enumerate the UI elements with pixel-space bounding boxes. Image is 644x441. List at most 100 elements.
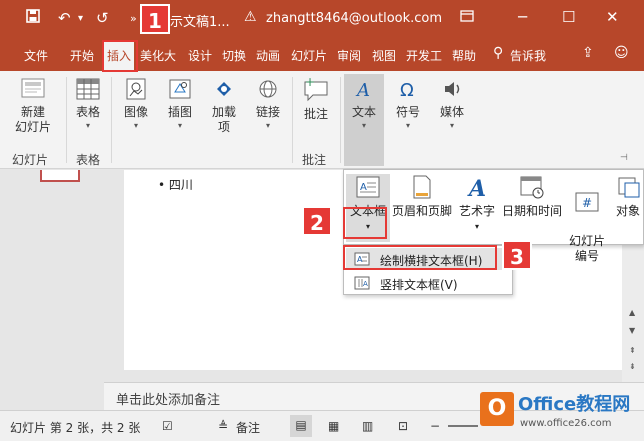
highlight-insert-tab	[102, 40, 138, 72]
textbox-icon: A	[356, 176, 380, 198]
watermark: O Office教程网 www.office26.com	[480, 388, 644, 441]
illustration-dropdown-icon: ▾	[177, 121, 182, 130]
object-icon	[618, 177, 640, 198]
ribbon-display-icon[interactable]	[460, 8, 474, 26]
wordart-button[interactable]: A 艺术字 ▾	[454, 174, 500, 234]
zoom-slider[interactable]	[448, 425, 478, 427]
tab-file[interactable]: 文件	[24, 47, 48, 64]
addin-button[interactable]: 加载 项	[206, 77, 242, 135]
next-slide-icon[interactable]: ⇟	[629, 362, 636, 371]
notes-toggle-icon[interactable]: ≜	[218, 419, 228, 433]
smiley-icon[interactable]: ☺	[614, 45, 629, 61]
slide-number-button[interactable]: # 幻灯片 编号	[566, 174, 608, 264]
comment-icon: +	[304, 77, 328, 102]
scroll-up-icon[interactable]: ▲	[629, 308, 635, 317]
addin-icon	[217, 82, 231, 96]
ribbon-tabs: 文件 开始 插入 美化大 设计 切换 动画 幻灯片 审阅 视图 开发工 帮助 ⚲…	[0, 38, 644, 71]
image-button[interactable]: 图像 ▾	[118, 77, 154, 130]
media-dropdown-icon: ▾	[449, 121, 454, 130]
comment-button[interactable]: + 批注	[296, 77, 336, 122]
object-label: 对象	[615, 204, 640, 218]
maximize-icon[interactable]: ☐	[562, 8, 575, 26]
tab-slideshow[interactable]: 幻灯片	[291, 47, 327, 64]
symbol-button[interactable]: Ω 符号 ▾	[390, 77, 426, 130]
spellcheck-icon[interactable]: ☑	[162, 419, 173, 433]
link-button[interactable]: 链接 ▾	[250, 77, 286, 130]
text-icon: A	[355, 80, 370, 101]
tab-tell-me[interactable]: 告诉我	[510, 47, 546, 64]
date-time-label: 日期和时间	[501, 204, 562, 218]
new-slide-label: 新建 幻灯片	[14, 105, 51, 134]
vertical-textbox-item[interactable]: A 竖排文本框(V)	[346, 272, 512, 294]
slideshow-icon[interactable]: ⊡	[398, 419, 408, 433]
ribbon-divider	[66, 77, 67, 163]
wordart-label: 艺术字	[458, 204, 495, 218]
illustration-button[interactable]: 插图 ▾	[162, 77, 198, 130]
media-button[interactable]: 媒体 ▾	[434, 77, 470, 130]
addin-label: 加载 项	[211, 105, 236, 134]
tab-view[interactable]: 视图	[372, 47, 396, 64]
svg-text:#: #	[582, 196, 592, 210]
table-button[interactable]: 表格 ▾	[70, 77, 106, 130]
redo-icon[interactable]: ↺	[96, 9, 109, 27]
slide-bullet-text[interactable]: • 四川	[158, 176, 193, 193]
tab-design[interactable]: 设计	[188, 47, 212, 64]
normal-view-icon[interactable]: ▤	[290, 415, 312, 437]
prev-slide-icon[interactable]: ⇞	[629, 346, 636, 355]
group-label-tables: 表格	[76, 153, 101, 167]
svg-text:Ω: Ω	[400, 80, 414, 101]
text-gallery: A 文本框 ▾ 页眉和页脚 A 艺术字 ▾ 日期和时间 # 幻灯片 编号 对象	[343, 169, 644, 263]
group-label-comments: 批注	[302, 153, 327, 167]
reading-view-icon[interactable]: ▥	[362, 419, 373, 433]
tab-developer[interactable]: 开发工	[406, 47, 442, 64]
quick-access-more[interactable]: »	[130, 12, 137, 25]
zoom-out-icon[interactable]: −	[430, 419, 440, 433]
text-dropdown-icon: ▾	[361, 121, 366, 130]
step-badge-3: 3	[502, 240, 532, 270]
header-footer-label: 页眉和页脚	[391, 204, 452, 218]
warning-icon: ⚠	[244, 9, 257, 25]
tab-transitions[interactable]: 切换	[222, 47, 246, 64]
close-icon[interactable]: ✕	[606, 8, 619, 26]
wordart-icon: A	[467, 176, 486, 200]
undo-icon[interactable]: ↶	[58, 9, 71, 27]
slide-count: 幻灯片 第 2 张，共 2 张	[10, 421, 141, 435]
new-slide-button[interactable]: 新建 幻灯片	[6, 77, 60, 135]
header-footer-icon	[413, 175, 431, 199]
svg-text:A: A	[467, 176, 486, 200]
symbol-dropdown-icon: ▾	[405, 121, 410, 130]
minimize-icon[interactable]: ─	[518, 8, 527, 26]
tab-review[interactable]: 审阅	[337, 47, 361, 64]
save-icon[interactable]	[26, 9, 40, 27]
omega-icon: Ω	[400, 80, 414, 101]
header-footer-button[interactable]: 页眉和页脚	[390, 174, 454, 219]
tab-animations[interactable]: 动画	[256, 47, 280, 64]
object-button[interactable]: 对象	[612, 174, 644, 219]
date-time-button[interactable]: 日期和时间	[500, 174, 564, 219]
pin-ribbon-icon[interactable]: ⊣	[620, 153, 628, 163]
calendar-clock-icon	[520, 176, 544, 199]
tab-help[interactable]: 帮助	[452, 47, 476, 64]
slide-sorter-icon[interactable]: ▦	[328, 419, 339, 433]
slide-thumbnail[interactable]	[40, 170, 80, 182]
scroll-down-icon[interactable]: ▼	[629, 326, 635, 335]
tab-beautify[interactable]: 美化大	[140, 47, 176, 64]
notes-toggle-label[interactable]: 备注	[236, 419, 260, 436]
image-dropdown-icon: ▾	[133, 121, 138, 130]
link-icon	[259, 80, 277, 98]
slide-number-icon: #	[575, 192, 599, 212]
share-icon[interactable]: ⇪	[582, 45, 594, 61]
notes-placeholder: 单击此处添加备注	[116, 393, 221, 408]
text-button[interactable]: A 文本 ▾	[344, 74, 384, 166]
highlight-draw-horizontal-item	[343, 245, 497, 270]
step-badge-1: 1	[140, 4, 170, 34]
table-icon	[76, 78, 100, 100]
lightbulb-icon[interactable]: ⚲	[493, 45, 503, 61]
group-label-slides: 幻灯片	[12, 153, 49, 167]
svg-text:+: +	[305, 77, 315, 89]
tab-home[interactable]: 开始	[70, 47, 94, 64]
account-email[interactable]: zhangtt8464@outlook.com	[266, 11, 442, 26]
illustration-icon	[169, 79, 191, 99]
undo-dropdown-icon[interactable]: ▾	[78, 13, 83, 24]
wordart-dropdown-icon: ▾	[474, 222, 479, 231]
